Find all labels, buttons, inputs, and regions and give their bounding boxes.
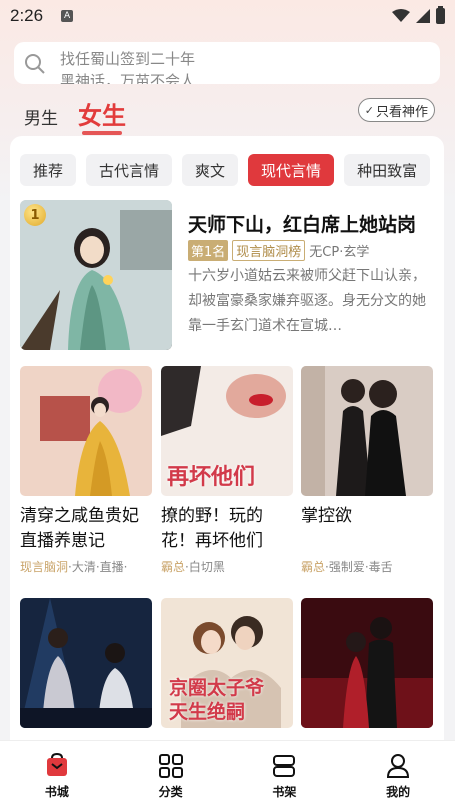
bookshelf-icon xyxy=(273,755,296,777)
featured-book-tags: 第1名 现言脑洞榜 无CP·玄学 xyxy=(188,240,369,261)
book-cover xyxy=(301,598,433,728)
category-tab-cool[interactable]: 爽文 xyxy=(182,154,239,186)
nav-profile-label: 我的 xyxy=(386,785,411,799)
book-tags: 霸总·强制爱·毒舌 xyxy=(301,558,433,575)
grid-icon xyxy=(158,754,183,778)
book-tag-primary: 霸总 xyxy=(301,560,326,574)
featured-book-meta: 无CP·玄学 xyxy=(309,245,370,260)
notification-icon: A xyxy=(61,10,74,22)
nav-bookstore-label: 书城 xyxy=(44,785,69,799)
book-cover-art xyxy=(20,598,152,728)
book-cover-title: 京圈太子爷 天生绝嗣 xyxy=(169,677,265,723)
book-tag-primary: 现言脑洞 xyxy=(20,560,69,574)
featured-book-title: 天师下山，红白席上她站岗 xyxy=(188,214,417,236)
status-indicators xyxy=(392,6,445,24)
book-cover-art xyxy=(301,598,433,728)
category-tab-ancient-romance[interactable]: 古代言情 xyxy=(86,154,173,186)
tab-male[interactable]: 男生 xyxy=(24,104,58,135)
nav-bookstore[interactable]: 书城 xyxy=(0,741,114,808)
only-masterpiece-label: 只看神作 xyxy=(375,104,428,120)
bookstore-icon xyxy=(46,753,67,776)
rank-list-name[interactable]: 现言脑洞榜 xyxy=(232,240,306,261)
book-tag-secondary: ·白切黑 xyxy=(185,560,225,574)
nav-categories-label: 分类 xyxy=(158,785,183,799)
book-card[interactable] xyxy=(301,598,433,728)
featured-book-description: 十六岁小道姑云来被师父赶下山认亲，却被富豪桑家嫌弃驱逐。身无分文的她靠一手玄门道… xyxy=(188,268,426,334)
nav-categories[interactable]: 分类 xyxy=(114,741,228,808)
search-icon xyxy=(25,54,45,74)
search-bar[interactable]: 找任蜀山签到二十年 黑神话，万苗不会人 xyxy=(14,42,440,84)
book-tag-secondary: ·强制爱·毒舌 xyxy=(325,560,393,574)
book-tag-secondary: ·大清·直播· xyxy=(68,560,128,574)
battery-icon xyxy=(436,6,445,24)
book-cover xyxy=(301,366,433,496)
tab-female[interactable]: 女生 xyxy=(78,96,126,135)
category-tab-farming[interactable]: 种田致富 xyxy=(344,154,431,186)
nav-bookshelf-label: 书架 xyxy=(272,785,297,799)
book-cover-art xyxy=(20,366,152,496)
book-card[interactable]: 掌控欲 霸总·强制爱·毒舌 xyxy=(301,366,433,575)
book-title: 撩的野！玩的花！再坏他们 xyxy=(161,506,263,551)
book-tag-primary: 霸总 xyxy=(161,560,186,574)
category-tabs: 推荐 古代言情 爽文 现代言情 种田致富 xyxy=(20,154,431,186)
book-cover-art xyxy=(301,366,433,496)
book-title: 清穿之咸鱼贵妃直播养崽记 xyxy=(20,506,139,551)
search-hint-line-2: 黑神话，万苗不会人 xyxy=(60,72,196,84)
book-card[interactable]: 京圈太子爷 天生绝嗣 xyxy=(161,598,293,728)
signal-icon xyxy=(416,9,430,23)
featured-book[interactable]: 1 天师下山，红白席上她站岗 第1名 现言脑洞榜 无CP·玄学 十六岁小道姑云来… xyxy=(20,200,440,352)
user-icon xyxy=(387,754,410,778)
content-panel: 推荐 古代言情 爽文 现代言情 种田致富 1 天师下山，红白席上她站岗 第1名 … xyxy=(10,136,444,756)
rank-badge: 1 xyxy=(24,204,46,226)
check-icon: ✓ xyxy=(364,103,374,117)
book-tags: 现言脑洞·大清·直播· xyxy=(20,558,152,575)
category-tab-modern-romance[interactable]: 现代言情 xyxy=(248,154,335,186)
book-cover xyxy=(20,598,152,728)
featured-book-cover: 1 xyxy=(20,200,172,350)
wifi-icon xyxy=(392,9,410,22)
book-card[interactable]: 再坏他们 撩的野！玩的花！再坏他们 霸总·白切黑 xyxy=(161,366,293,575)
book-cover xyxy=(20,366,152,496)
book-cover-title: 再坏他们 xyxy=(167,465,256,490)
book-card[interactable] xyxy=(20,598,152,728)
book-cover: 再坏他们 xyxy=(161,366,293,496)
status-bar: 2:26 A xyxy=(0,0,455,32)
book-tags: 霸总·白切黑 xyxy=(161,558,293,575)
nav-profile[interactable]: 我的 xyxy=(341,741,455,808)
gender-tabs: 男生 女生 xyxy=(24,96,126,135)
book-card[interactable]: 清穿之咸鱼贵妃直播养崽记 现言脑洞·大清·直播· xyxy=(20,366,152,575)
only-masterpiece-toggle[interactable]: ✓ 只看神作 xyxy=(357,98,435,122)
rank-position: 第1名 xyxy=(188,240,229,261)
nav-bookshelf[interactable]: 书架 xyxy=(228,741,342,808)
search-hint-line-1: 找任蜀山签到二十年 xyxy=(60,50,196,68)
book-cover: 京圈太子爷 天生绝嗣 xyxy=(161,598,293,728)
category-tab-recommend[interactable]: 推荐 xyxy=(20,154,77,186)
bottom-navigation: 书城 分类 书架 我的 xyxy=(0,740,455,808)
book-title: 掌控欲 xyxy=(301,506,352,526)
status-time: 2:26 xyxy=(10,6,44,25)
search-placeholder: 找任蜀山签到二十年 黑神话，万苗不会人 xyxy=(60,48,260,84)
